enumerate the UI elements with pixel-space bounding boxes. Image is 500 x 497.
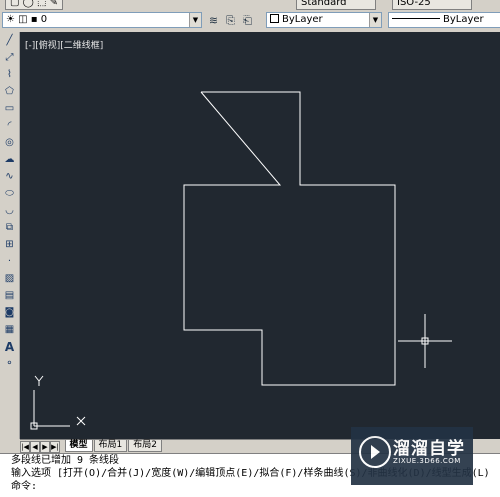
linetype-combo[interactable]: ByLayer bbox=[388, 12, 500, 28]
polyline-icon[interactable]: ⌇ bbox=[1, 67, 18, 83]
add-selected-icon[interactable]: ⚬ bbox=[1, 356, 18, 372]
layer-toolbar: ☀ ◫ ▪ 0 ▼ ≋ ⎘ ⎗ ByLayer ▼ ByLayer bbox=[0, 10, 500, 33]
tab-next-icon[interactable]: ▶ bbox=[40, 441, 50, 453]
toolbar-icons-strip[interactable]: ▢ ◯ ⬚ ✎ bbox=[5, 0, 64, 10]
layer-value: 0 bbox=[40, 14, 48, 25]
color-swatch-icon bbox=[270, 14, 279, 23]
layout-tabs-bar: |◀ ◀ ▶ ▶| 模型 布局1 布局2 bbox=[20, 439, 365, 453]
region-icon[interactable]: ◙ bbox=[1, 305, 18, 321]
table-icon[interactable]: ▦ bbox=[1, 322, 18, 338]
crosshair-cursor bbox=[398, 314, 452, 368]
line-icon[interactable]: ╱ bbox=[1, 33, 18, 49]
ucs-icon bbox=[30, 375, 86, 430]
drawn-polyline[interactable] bbox=[183, 91, 396, 386]
linetype-preview-icon bbox=[392, 18, 440, 19]
model-space-canvas[interactable]: [-][俯视][二维线框] bbox=[20, 32, 500, 439]
color-combo[interactable]: ByLayer ▼ bbox=[266, 12, 382, 28]
linetype-value: ByLayer bbox=[443, 14, 484, 25]
dim-style-combo[interactable]: ISO-25 bbox=[392, 0, 472, 10]
tab-model[interactable]: 模型 bbox=[64, 440, 93, 452]
circle-icon[interactable]: ◎ bbox=[1, 135, 18, 151]
hatch-icon[interactable]: ▨ bbox=[1, 271, 18, 287]
draw-toolbar: ╱ ⤢ ⌇ ⬠ ▭ ◜ ◎ ☁ ∿ ⬭ ◡ ⧉ ⊞ · ▨ ▤ ◙ ▦ A ⚬ bbox=[0, 32, 20, 439]
text-style-combo[interactable]: Standard bbox=[296, 0, 376, 10]
watermark: 溜溜自学 ZIXUE.3D66.COM bbox=[351, 427, 473, 485]
tab-prev-icon[interactable]: ◀ bbox=[30, 441, 40, 453]
tab-layout1[interactable]: 布局1 bbox=[93, 440, 128, 452]
ellipse-icon[interactable]: ⬭ bbox=[1, 186, 18, 202]
polygon-icon[interactable]: ⬠ bbox=[1, 84, 18, 100]
color-value: ByLayer bbox=[282, 14, 323, 25]
watermark-brand: 溜溜自学 bbox=[393, 439, 465, 459]
gradient-icon[interactable]: ▤ bbox=[1, 288, 18, 304]
xline-icon[interactable]: ⤢ bbox=[1, 50, 18, 66]
ellipse-arc-icon[interactable]: ◡ bbox=[1, 203, 18, 219]
tab-layout2[interactable]: 布局2 bbox=[128, 440, 162, 452]
make-block-icon[interactable]: ⊞ bbox=[1, 237, 18, 253]
make-layer-current-icon[interactable]: ≋ bbox=[206, 13, 221, 28]
point-icon[interactable]: · bbox=[1, 254, 18, 270]
revcloud-icon[interactable]: ☁ bbox=[1, 152, 18, 168]
layer-state-icon: ☀ ◫ ▪ bbox=[6, 14, 41, 25]
watermark-url: ZIXUE.3D66.COM bbox=[393, 457, 461, 465]
drawing-svg bbox=[30, 91, 452, 430]
layer-previous-icon[interactable]: ⎘ bbox=[223, 13, 238, 28]
rectangle-icon[interactable]: ▭ bbox=[1, 101, 18, 117]
chevron-down-icon[interactable]: ▼ bbox=[369, 13, 381, 27]
spline-icon[interactable]: ∿ bbox=[1, 169, 18, 185]
tab-first-icon[interactable]: |◀ bbox=[20, 441, 30, 453]
mtext-icon[interactable]: A bbox=[1, 339, 18, 355]
tab-last-icon[interactable]: ▶| bbox=[50, 441, 60, 453]
arc-icon[interactable]: ◜ bbox=[1, 118, 18, 134]
layer-combo[interactable]: ☀ ◫ ▪ 0 ▼ bbox=[2, 12, 202, 28]
insert-block-icon[interactable]: ⧉ bbox=[1, 220, 18, 236]
chevron-down-icon[interactable]: ▼ bbox=[189, 13, 201, 27]
layer-states-icon[interactable]: ⎗ bbox=[240, 13, 255, 28]
play-logo-icon bbox=[359, 436, 391, 468]
